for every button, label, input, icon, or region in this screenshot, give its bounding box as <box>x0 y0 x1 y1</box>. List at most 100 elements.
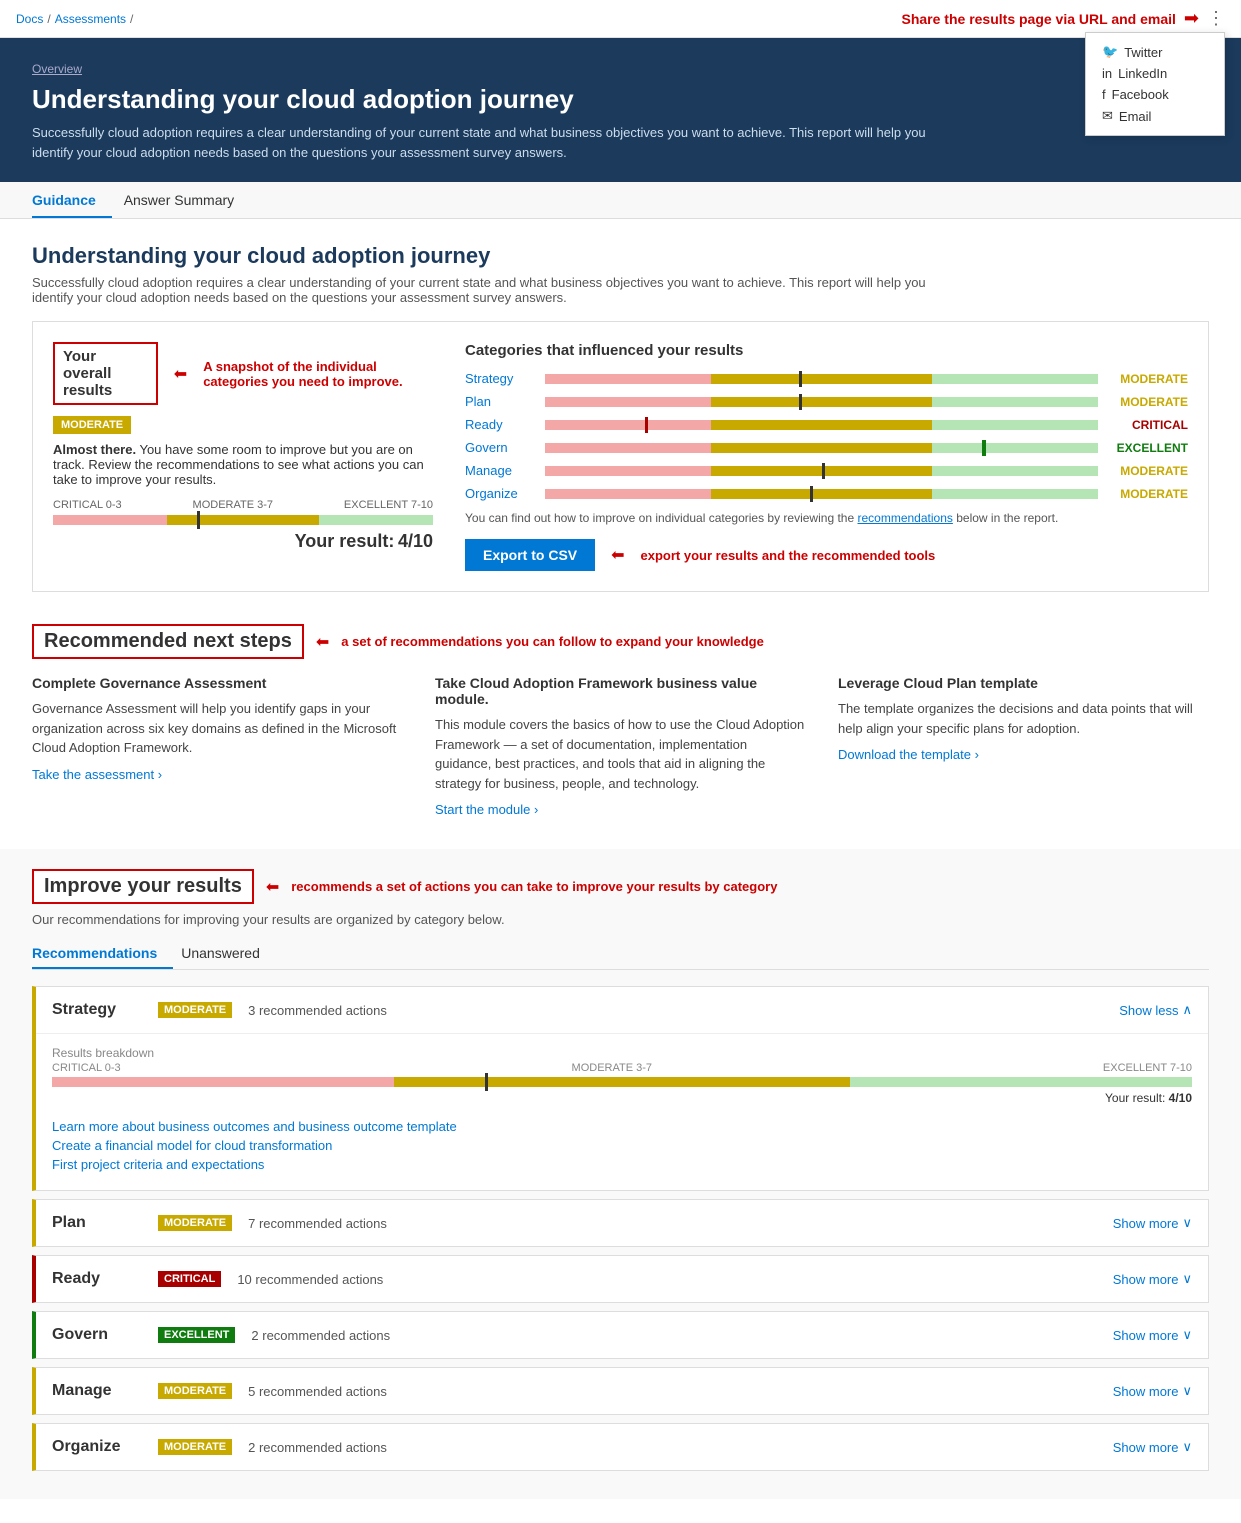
recommended-section: Recommended next steps ⬅ a set of recomm… <box>32 624 1209 817</box>
share-arrow-icon: ➡ <box>1184 8 1199 29</box>
strategy-bar-section: Results breakdown CRITICAL 0-3 MODERATE … <box>52 1046 1192 1105</box>
export-arrow: ⬅ <box>611 545 624 565</box>
cat-ready-name: Ready <box>52 1270 152 1288</box>
main-section-title: Understanding your cloud adoption journe… <box>32 243 1209 269</box>
chevron-down-icon: ∨ <box>1182 1271 1192 1287</box>
rec-card-module-link[interactable]: Start the module › <box>435 802 538 817</box>
plan-marker <box>799 394 802 410</box>
strategy-bar-track <box>52 1077 1192 1087</box>
cat-section-ready-header[interactable]: Ready CRITICAL 10 recommended actions Sh… <box>36 1256 1208 1302</box>
cat-section-plan-header[interactable]: Plan MODERATE 7 recommended actions Show… <box>36 1200 1208 1246</box>
cat-strategy-count: 3 recommended actions <box>248 1003 1119 1018</box>
chevron-down-icon: ∨ <box>1182 1327 1192 1343</box>
breadcrumb: Docs / Assessments / Share the results p… <box>0 0 1241 38</box>
cat-section-organize-header[interactable]: Organize MODERATE 2 recommended actions … <box>36 1424 1208 1470</box>
score-bar-track <box>53 515 433 525</box>
cat-section-govern-header[interactable]: Govern EXCELLENT 2 recommended actions S… <box>36 1312 1208 1358</box>
strategy-action-3[interactable]: First project criteria and expectations <box>52 1155 1192 1174</box>
rec-card-module-body: This module covers the basics of how to … <box>435 715 806 793</box>
rec-card-template: Leverage Cloud Plan template The templat… <box>838 675 1209 817</box>
share-popup-box: 🐦 Twitter in LinkedIn f Facebook ✉ Email <box>1085 32 1225 136</box>
cat-strategy-name: Strategy <box>52 1001 152 1019</box>
cat-strategy-toggle[interactable]: Show less ∧ <box>1119 1002 1192 1018</box>
improve-tab-recommendations[interactable]: Recommendations <box>32 939 173 969</box>
improve-tab-unanswered[interactable]: Unanswered <box>181 939 276 969</box>
cat-ready-badge: CRITICAL <box>158 1271 221 1287</box>
recommended-title-box: Recommended next steps <box>32 624 304 659</box>
rec-card-template-link[interactable]: Download the template › <box>838 747 979 762</box>
tab-answer-summary[interactable]: Answer Summary <box>124 182 250 218</box>
overall-results-title: Your overall results <box>63 348 112 399</box>
share-more-icon[interactable]: ⋮ <box>1207 8 1225 28</box>
twitter-icon: 🐦 <box>1102 44 1118 60</box>
rec-card-governance-link[interactable]: Take the assessment › <box>32 767 162 782</box>
improve-section: Improve your results ⬅ recommends a set … <box>0 849 1241 1499</box>
cat-govern-toggle[interactable]: Show more ∨ <box>1113 1327 1192 1343</box>
score-bar-green <box>319 515 433 525</box>
cat-manage-count: 5 recommended actions <box>248 1384 1113 1399</box>
your-result: Your result: 4/10 <box>53 531 433 552</box>
cat-organize-count: 2 recommended actions <box>248 1440 1113 1455</box>
breadcrumb-assessments[interactable]: Assessments <box>55 12 126 26</box>
header-overview-link[interactable]: Overview <box>32 62 82 76</box>
cat-section-ready: Ready CRITICAL 10 recommended actions Sh… <box>32 1255 1209 1303</box>
share-email[interactable]: ✉ Email <box>1102 105 1208 127</box>
strategy-action-2[interactable]: Create a financial model for cloud trans… <box>52 1136 1192 1155</box>
cat-section-organize: Organize MODERATE 2 recommended actions … <box>32 1423 1209 1471</box>
cat-section-strategy-header[interactable]: Strategy MODERATE 3 recommended actions … <box>36 987 1208 1033</box>
govern-marker <box>982 440 986 456</box>
strategy-result: Your result: 4/10 <box>52 1091 1192 1105</box>
improve-tabs: Recommendations Unanswered <box>32 939 1209 970</box>
cat-section-strategy: Strategy MODERATE 3 recommended actions … <box>32 986 1209 1191</box>
cat-manage-toggle[interactable]: Show more ∨ <box>1113 1383 1192 1399</box>
strategy-expanded: Results breakdown CRITICAL 0-3 MODERATE … <box>36 1033 1208 1190</box>
category-row-strategy: Strategy MODERATE <box>465 371 1188 386</box>
cat-govern-count: 2 recommended actions <box>251 1328 1112 1343</box>
score-bar-red <box>53 515 167 525</box>
improve-arrow: ⬅ <box>266 877 279 897</box>
share-popup[interactable]: ⋮ 🐦 Twitter in LinkedIn f Facebook ✉ Ema… <box>1207 8 1225 29</box>
manage-marker <box>822 463 825 479</box>
cat-plan-badge: MODERATE <box>158 1215 232 1231</box>
rec-card-module: Take Cloud Adoption Framework business v… <box>435 675 806 817</box>
cat-plan-toggle[interactable]: Show more ∨ <box>1113 1215 1192 1231</box>
overall-results-title-box: Your overall results <box>53 342 158 405</box>
recommended-title: Recommended next steps <box>44 630 292 652</box>
breadcrumb-sep2: / <box>130 12 133 26</box>
improve-title-box: Improve your results <box>32 869 254 904</box>
category-row-ready: Ready CRITICAL <box>465 417 1188 432</box>
results-right: Categories that influenced your results … <box>465 342 1188 571</box>
results-left: Your overall results ⬅ A snapshot of the… <box>53 342 433 571</box>
export-row: Export to CSV ⬅ export your results and … <box>465 539 1188 571</box>
cat-plan-count: 7 recommended actions <box>248 1216 1113 1231</box>
share-twitter[interactable]: 🐦 Twitter <box>1102 41 1208 63</box>
share-facebook[interactable]: f Facebook <box>1102 84 1208 105</box>
score-bar: CRITICAL 0-3 MODERATE 3-7 EXCELLENT 7-10… <box>53 499 433 552</box>
cat-ready-count: 10 recommended actions <box>237 1272 1112 1287</box>
header-banner: Overview Understanding your cloud adopti… <box>0 38 1241 182</box>
header-subtitle: Successfully cloud adoption requires a c… <box>32 123 932 162</box>
score-marker <box>197 511 200 529</box>
chevron-down-icon: ∨ <box>1182 1383 1192 1399</box>
cat-ready-toggle[interactable]: Show more ∨ <box>1113 1271 1192 1287</box>
cat-section-manage: Manage MODERATE 5 recommended actions Sh… <box>32 1367 1209 1415</box>
rec-card-governance-title: Complete Governance Assessment <box>32 675 403 691</box>
score-bar-labels: CRITICAL 0-3 MODERATE 3-7 EXCELLENT 7-10 <box>53 499 433 511</box>
tab-guidance[interactable]: Guidance <box>32 182 112 218</box>
share-linkedin[interactable]: in LinkedIn <box>1102 63 1208 84</box>
strategy-score-marker <box>485 1073 488 1091</box>
cat-govern-name: Govern <box>52 1326 152 1344</box>
breadcrumb-docs[interactable]: Docs <box>16 12 43 26</box>
categories-recommendations-link[interactable]: recommendations <box>857 511 952 525</box>
facebook-icon: f <box>1102 87 1106 102</box>
overall-results-arrow: ⬅ <box>174 364 187 384</box>
results-card: Your overall results ⬅ A snapshot of the… <box>32 321 1209 592</box>
strategy-action-1[interactable]: Learn more about business outcomes and b… <box>52 1117 1192 1136</box>
cat-section-manage-header[interactable]: Manage MODERATE 5 recommended actions Sh… <box>36 1368 1208 1414</box>
cat-organize-toggle[interactable]: Show more ∨ <box>1113 1439 1192 1455</box>
improve-header: Improve your results ⬅ recommends a set … <box>32 869 1209 904</box>
cat-strategy-badge: MODERATE <box>158 1002 232 1018</box>
export-csv-button[interactable]: Export to CSV <box>465 539 595 571</box>
cat-manage-badge: MODERATE <box>158 1383 232 1399</box>
chevron-down-icon: ∨ <box>1182 1439 1192 1455</box>
